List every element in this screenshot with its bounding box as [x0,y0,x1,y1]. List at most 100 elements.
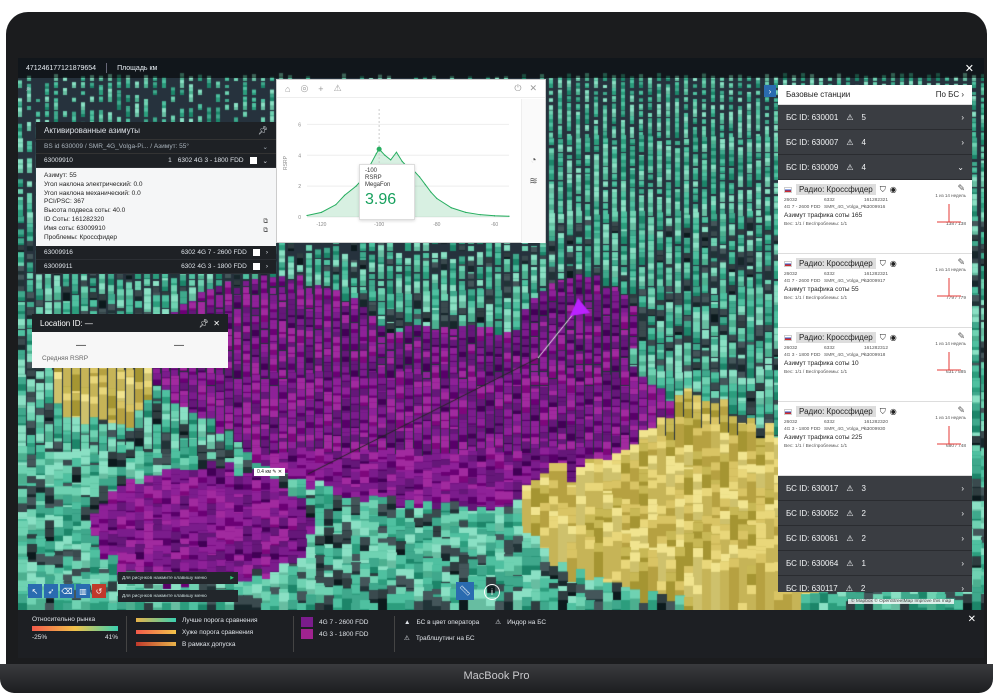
ruler-button[interactable]: 📏︎ [456,582,474,600]
highlight-point [376,146,382,152]
map-legend: Относительно рынка -25% 41% Лучше порога… [18,610,984,658]
divider [126,616,127,652]
station-row[interactable]: БС ID: 630061 ⚠ 2 › [778,526,972,551]
station-row[interactable]: БС ID: 630007 ⚠ 4 › [778,130,972,155]
cell-field: 26032 [784,198,798,203]
checkbox[interactable] [252,263,260,271]
chart-toolbar: ⌂ ◎ + ⚠ ⏻ ✕ [277,80,545,98]
shield-icon[interactable]: ⛉ [880,185,886,195]
cell-card[interactable]: Радио: Кроссфидер ⛉ ◉ ✎ 1 из 14 недель 26… [778,328,972,402]
search-icon[interactable]: ⌕ [26,84,30,94]
tower-icon[interactable]: ⚠ [334,83,342,94]
legend-swatch [136,642,176,646]
chevron-down-icon[interactable]: ⌄ [263,157,268,165]
data-point [395,151,398,153]
detail-line: Имя соты: 63009910 [44,224,106,232]
shield-icon[interactable]: ⛉ [880,259,886,269]
cell-card[interactable]: Радио: Кроссфидер ⛉ ◉ ✎ 1 из 14 недель 26… [778,254,972,328]
station-row[interactable]: БС ID: 630009 ⚠ 4 ⌄ [778,155,972,180]
mini-chart [937,352,961,371]
cell-row[interactable]: 63009911 6302 4G 3 - 1800 FDD › [36,260,276,275]
cell-row[interactable]: 63009910 1 6302 4G 3 - 1800 FDD ⌄ [36,154,276,168]
map-attribution[interactable]: © Mapbox © OpenStreetMap Improve this ma… [848,599,955,604]
chart-tool-icon[interactable]: ▥ [76,584,90,598]
checkbox[interactable] [252,249,260,257]
station-row[interactable]: БС ID: 630017 ⚠ 3 › [778,476,972,501]
copy-icon[interactable]: ⧉ [263,218,268,227]
y-tick-label: 0 [298,215,301,221]
station-row[interactable]: БС ID: 630001 ⚠ 5 › [778,105,972,130]
power-icon[interactable]: ⏻ [514,83,521,94]
station-row[interactable]: БС ID: 630052 ⚠ 2 › [778,501,972,526]
plus-icon[interactable]: + [318,84,323,94]
legend-label: В рамках допуска [182,640,236,648]
station-count: 1 [861,558,866,568]
legend-swatch [301,629,313,639]
station-row[interactable]: БС ID: 630064 ⚠ 1 › [778,551,972,576]
gauge-icon[interactable]: ◔ [530,155,536,166]
data-point [401,160,403,163]
checkbox[interactable] [249,157,257,164]
eye-icon[interactable]: ◉ [890,185,897,194]
shield-icon[interactable]: ⛉ [880,407,886,417]
cell-row[interactable]: 63009916 6302 4G 7 - 2600 FDD › [36,246,276,261]
close-icon[interactable]: ✕ [965,62,974,75]
pin-icon[interactable]: 📌︎ [199,319,209,328]
app-screen: 471246177121879654 Площадь км ✕ ⌕ Активи… [18,58,984,658]
station-label: БС ID: 630064 [786,558,839,568]
azimuth-select[interactable]: BS id 630009 / SMR_4G_Volga-Pi... / Азим… [36,140,276,154]
copy-icon[interactable]: ⧉ [263,227,268,236]
chevron-right-icon[interactable]: › [266,249,268,256]
detail-line: PCI/PSC: 367 [44,198,85,206]
shield-icon[interactable]: ⛉ [880,333,886,343]
eye-icon[interactable]: ◉ [890,407,897,416]
cell-card[interactable]: Радио: Кроссфидер ⛉ ◉ ✎ 1 из 14 недель 26… [778,180,972,254]
cell-field: SMR_4G_Volga_Pi... [824,204,870,210]
legend-compare: Лучше порога сравнения Хуже порога сравн… [136,614,258,650]
data-point [355,185,357,187]
station-label: БС ID: 630061 [786,533,839,543]
data-point [418,176,421,178]
x-tick-label: -80 [433,222,440,228]
pin-icon[interactable]: 📌︎ [258,126,268,135]
collapse-panel-button[interactable]: › [764,85,776,97]
station-label: БС ID: 630001 [786,112,839,122]
station-row[interactable]: БС ID: 630117 ⚠ 2 › [778,576,972,592]
play-icon[interactable]: ▶ [230,576,234,581]
mini-chart [937,426,961,445]
cell-field: 63009918 [864,352,886,358]
close-icon[interactable]: ✕ [529,83,537,94]
reset-tool-icon[interactable]: ↺ [92,584,106,598]
layers-icon[interactable]: ≋ [529,176,537,187]
bookmark-icon[interactable]: ⌂ [285,84,290,94]
close-icon[interactable]: ✕ [213,319,220,328]
cell-weights: Вес: 1/1 / Вес/проблемы: 1/1 [784,296,848,301]
data-point [436,197,438,200]
session-id: 471246177121879654 [26,64,97,72]
cell-id: 63009910 [44,157,73,164]
marker-icon[interactable]: ◎ [300,83,308,94]
chevron-right-icon: › [961,558,964,568]
cell-weights: Вес: 1/1 / Вес/проблемы: 1/1 [784,444,848,449]
legend-label: Хуже порога сравнения [182,628,254,636]
data-point [465,211,467,213]
eye-icon[interactable]: ◉ [890,259,897,268]
data-point [390,159,392,161]
detail-line: Высота подвеса соты: 40.0 [44,207,126,215]
close-icon[interactable]: ✕ [968,614,976,625]
cell-field: SMR_4G_Volga_Pi... [824,426,870,432]
cell-weights: Вес: 1/1 / Вес/проблемы: 1/1 [784,222,848,227]
eraser-tool-icon[interactable]: ⌫ [60,584,74,598]
info-button[interactable]: i [484,584,500,600]
eye-icon[interactable]: ◉ [890,333,897,342]
location-values: — — [32,332,228,353]
legend-swatch [136,630,176,634]
cursor-tool-icon[interactable]: ↖ [28,584,42,598]
tower-icon: ⚠ [846,483,854,493]
select-tool-icon[interactable]: ➶ [44,584,58,598]
cell-card[interactable]: Радио: Кроссфидер ⛉ ◉ ✎ 1 из 14 недель 26… [778,402,972,476]
x-tick-label: -60 [491,222,498,228]
sort-select[interactable]: По БС › [936,90,964,99]
chevron-right-icon[interactable]: › [266,263,268,270]
area-label: Площадь км [117,64,158,72]
